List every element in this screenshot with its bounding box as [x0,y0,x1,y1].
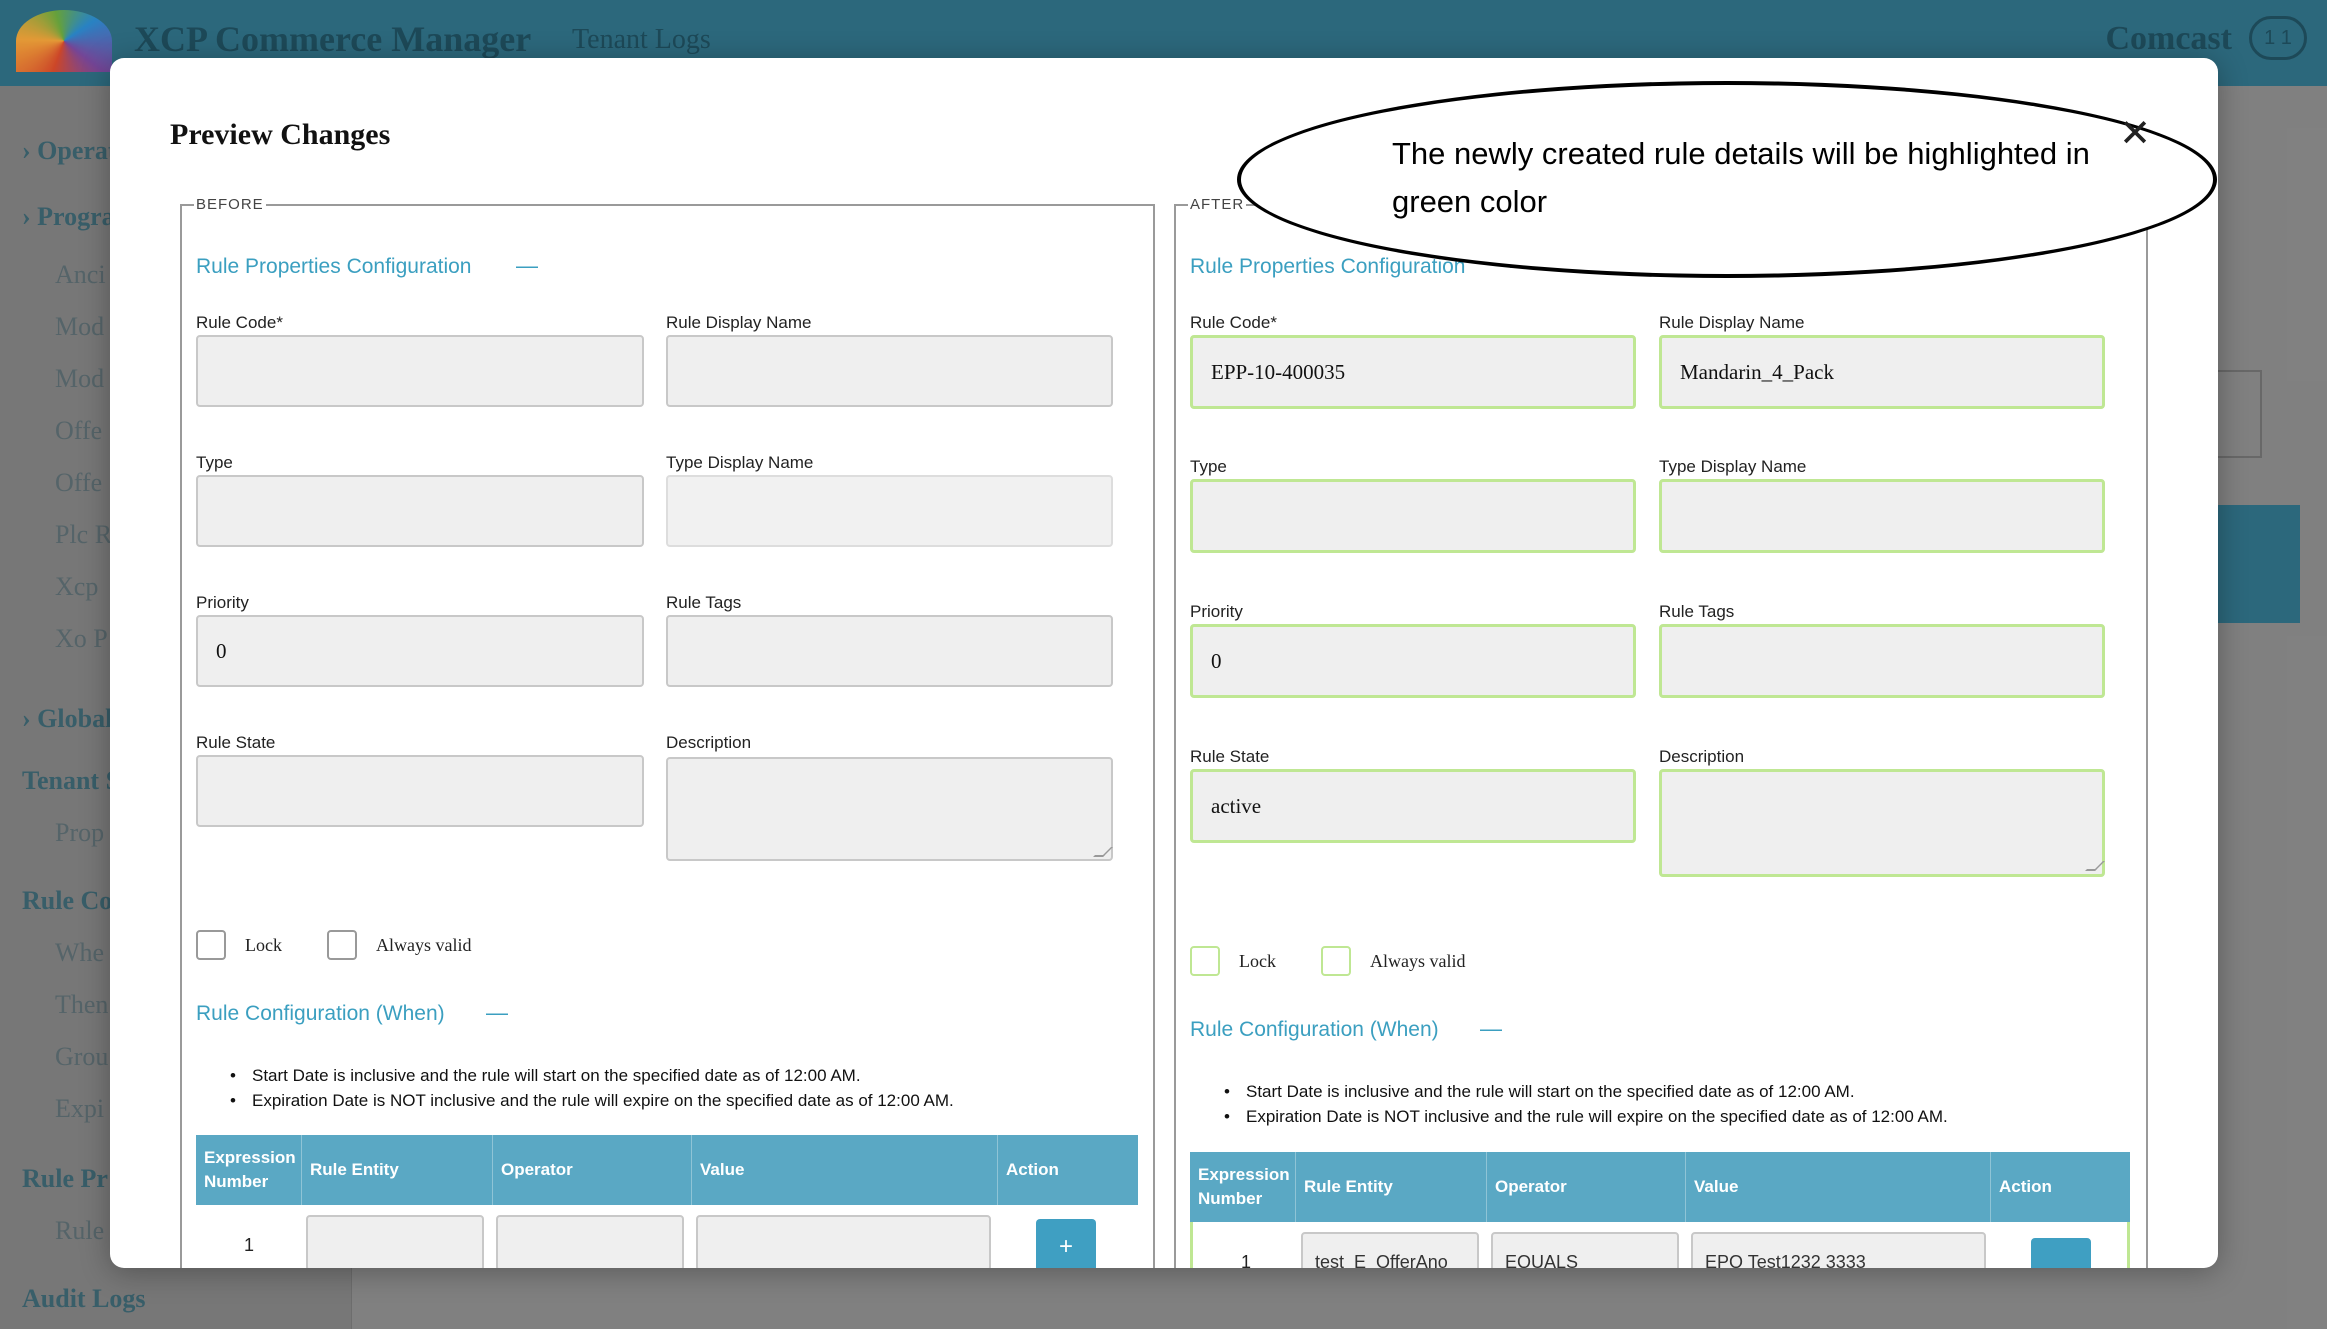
label-type-display-name: Type Display Name [1659,457,1807,476]
modal-title: Preview Changes [170,118,391,151]
expression-number: 1 [244,1235,255,1255]
collapse-toggle[interactable]: — [486,1000,508,1026]
collapse-toggle[interactable]: — [1480,1016,1502,1042]
when-table: Expression Number Rule Entity Operator V… [1190,1152,2130,1268]
type-field[interactable] [196,475,644,547]
section-rule-properties: Rule Properties Configuration [196,255,472,278]
label-rule-tags: Rule Tags [1659,602,1735,621]
col-value: Value [692,1135,998,1205]
label-rule-state: Rule State [1190,747,1270,766]
close-icon[interactable]: ✕ [2115,114,2155,154]
col-value: Value [1686,1152,1991,1222]
label-rule-display-name: Rule Display Name [1659,313,1805,332]
value-input[interactable]: EPO Test1232 3333 [1691,1232,1986,1268]
always-valid-checkbox[interactable] [327,930,357,960]
type-display-name-field [666,475,1113,547]
rule-display-name-field[interactable]: Mandarin_4_Pack [1659,335,2105,409]
add-expression-button[interactable]: + [1036,1219,1096,1268]
resize-grip-icon[interactable] [1093,847,1113,859]
col-rule-entity: Rule Entity [1296,1152,1487,1222]
label-rule-tags: Rule Tags [666,593,742,612]
type-field[interactable] [1190,479,1636,553]
always-valid-checkbox[interactable] [1321,946,1351,976]
add-expression-button[interactable] [2031,1238,2091,1268]
operator-select[interactable]: EQUALS [1491,1232,1679,1268]
col-rule-entity: Rule Entity [302,1135,493,1205]
rule-display-name-field[interactable] [666,335,1113,407]
label-priority: Priority [1190,602,1243,621]
rule-state-field[interactable]: active [1190,769,1636,843]
label-description: Description [666,733,752,752]
section-rule-config-when: Rule Configuration (When) [196,1002,445,1025]
label-type-display-name: Type Display Name [666,453,814,472]
label-priority: Priority [196,593,249,612]
col-expression-number: Expression Number [196,1135,302,1205]
after-legend: AFTER [1190,196,1245,213]
note-expiration-date: Expiration Date is NOT inclusive and the… [252,1091,954,1110]
label-rule-state: Rule State [196,733,276,752]
table-row: 1 test_E_OfferAno EQUALS EPO Test1232 33… [1190,1222,2130,1268]
before-panel: BEFORE Rule Properties Configuration — R… [180,196,1155,1268]
rule-code-field[interactable]: EPP-10-400035 [1190,335,1636,409]
priority-field[interactable]: 0 [1190,624,1636,698]
date-notes: • Start Date is inclusive and the rule wi… [230,1063,954,1113]
rule-code-field[interactable] [196,335,644,407]
note-expiration-date: Expiration Date is NOT inclusive and the… [1246,1107,1948,1126]
always-valid-label: Always valid [376,935,472,955]
lock-label: Lock [1239,951,1276,971]
lock-checkbox[interactable] [1190,946,1220,976]
section-rule-properties: Rule Properties Configuration [1190,255,1466,278]
description-textarea[interactable] [666,757,1113,861]
expression-number: 1 [1241,1252,1252,1268]
table-row: 1 + [196,1205,1138,1268]
col-operator: Operator [493,1135,692,1205]
priority-field[interactable]: 0 [196,615,644,687]
rule-entity-input[interactable] [306,1215,484,1268]
table-header: Expression Number Rule Entity Operator V… [1190,1152,2130,1222]
label-rule-code: Rule Code* [1190,313,1277,332]
rule-state-field[interactable] [196,755,644,827]
lock-label: Lock [245,935,282,955]
type-display-name-field[interactable] [1659,479,2105,553]
after-panel: AFTER Rule Properties Configuration — Ru… [1174,196,2148,1268]
label-description: Description [1659,747,1745,766]
note-start-date: Start Date is inclusive and the rule wil… [1246,1082,1855,1101]
date-notes: • Start Date is inclusive and the rule wi… [1224,1079,1948,1129]
resize-grip-icon[interactable] [2085,861,2105,873]
when-table: Expression Number Rule Entity Operator V… [196,1135,1138,1268]
before-legend: BEFORE [196,196,264,213]
table-header: Expression Number Rule Entity Operator V… [196,1135,1138,1205]
rule-tags-field[interactable] [666,615,1113,687]
always-valid-label: Always valid [1370,951,1466,971]
section-rule-config-when: Rule Configuration (When) [1190,1018,1439,1041]
note-start-date: Start Date is inclusive and the rule wil… [252,1066,861,1085]
value-input[interactable] [696,1215,991,1268]
label-type: Type [196,453,233,472]
collapse-toggle[interactable]: — [516,253,538,279]
label-type: Type [1190,457,1227,476]
label-rule-code: Rule Code* [196,313,283,332]
col-expression-number: Expression Number [1190,1152,1296,1222]
lock-checkbox[interactable] [196,930,226,960]
label-rule-display-name: Rule Display Name [666,313,812,332]
rule-entity-input[interactable]: test_E_OfferAno [1301,1232,1479,1268]
operator-select[interactable] [496,1215,684,1268]
col-action: Action [1006,1160,1059,1179]
preview-changes-modal: Preview Changes BEFORE Rule Properties C… [110,58,2218,1268]
description-textarea[interactable] [1659,769,2105,877]
callout-text: The newly created rule details will be h… [1392,136,2090,219]
col-operator: Operator [1487,1152,1686,1222]
rule-tags-field[interactable] [1659,624,2105,698]
col-action: Action [1999,1177,2052,1196]
